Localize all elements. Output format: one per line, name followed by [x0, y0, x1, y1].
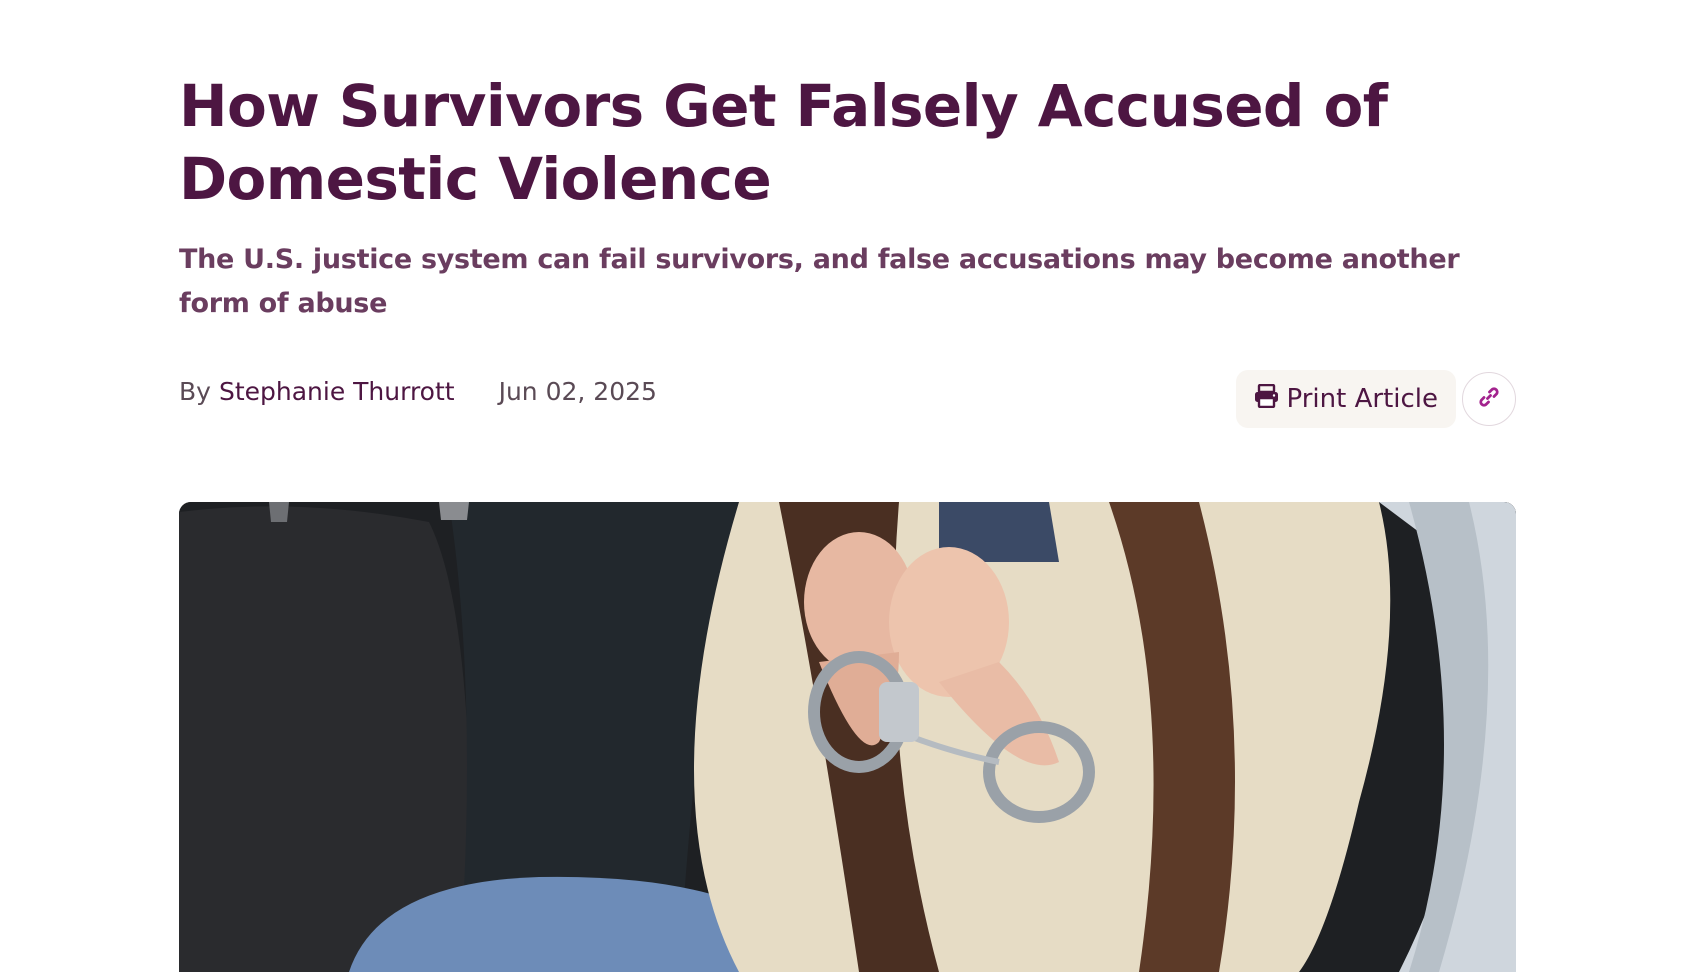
article-actions: Print Article	[1235, 370, 1516, 428]
article-title: How Survivors Get Falsely Accused of Dom…	[179, 72, 1388, 213]
article: How Survivors Get Falsely Accused of Dom…	[179, 0, 1516, 972]
copy-link-button[interactable]	[1462, 372, 1516, 426]
print-article-label: Print Article	[1286, 384, 1438, 414]
link-icon	[1477, 385, 1501, 413]
print-article-button[interactable]: Print Article	[1235, 370, 1456, 428]
article-subtitle: The U.S. justice system can fail survivo…	[179, 244, 1460, 319]
byline: By Stephanie Thurrott Jun 02, 2025	[179, 373, 657, 409]
hero-image	[179, 502, 1516, 972]
photo-handcuffed-hands	[179, 502, 1516, 972]
byline-prefix: By	[179, 376, 211, 406]
author-link[interactable]: Stephanie Thurrott	[219, 377, 455, 406]
printer-icon	[1254, 383, 1279, 415]
publish-date: Jun 02, 2025	[498, 376, 657, 406]
